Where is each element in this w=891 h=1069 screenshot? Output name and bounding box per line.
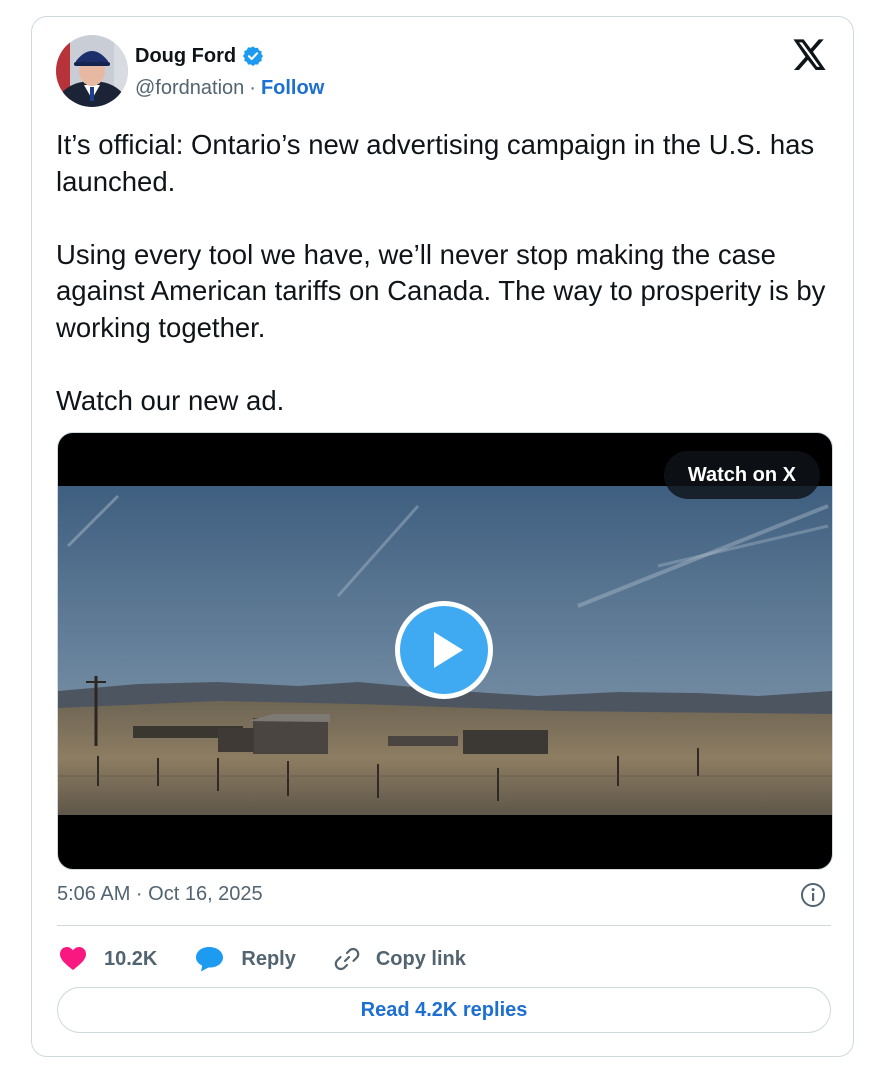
reply-button[interactable]: Reply	[195, 946, 296, 972]
tweet-paragraph: Using every tool we have, we’ll never st…	[56, 238, 826, 343]
divider	[57, 925, 831, 926]
tweet-paragraph: Watch our new ad.	[56, 384, 285, 416]
x-logo-icon[interactable]	[793, 39, 827, 71]
copy-link-button[interactable]: Copy link	[334, 946, 466, 972]
read-replies-button[interactable]: Read 4.2K replies	[57, 987, 831, 1033]
author-handle[interactable]: @fordnation	[135, 77, 244, 100]
author-name-row: Doug Ford	[135, 43, 264, 69]
watch-on-x-button[interactable]: Watch on X	[663, 451, 820, 499]
verified-badge-icon	[243, 46, 264, 66]
link-icon	[334, 947, 360, 971]
info-icon[interactable]	[800, 882, 826, 908]
like-count: 10.2K	[104, 947, 158, 970]
separator-dot: ·	[249, 77, 256, 99]
tweet-text: It’s official: Ontario’s new advertising…	[56, 127, 836, 419]
tweet-paragraph: It’s official: Ontario’s new advertising…	[56, 129, 815, 197]
like-button[interactable]: 10.2K	[60, 947, 157, 971]
follow-button[interactable]: Follow	[261, 77, 324, 100]
heart-icon	[60, 947, 86, 970]
action-bar: 10.2K Reply Copy link	[60, 941, 504, 977]
video-player[interactable]: Watch on X	[57, 432, 833, 870]
tweet-timestamp[interactable]: 5:06 AM · Oct 16, 2025	[57, 883, 263, 906]
author-handle-row: @fordnation · Follow	[135, 77, 324, 100]
tweet-card: Doug Ford @fordnation · Follow It’s offi…	[31, 16, 854, 1057]
author-name[interactable]: Doug Ford	[135, 45, 236, 68]
play-icon[interactable]	[393, 599, 495, 701]
copy-link-label: Copy link	[375, 947, 466, 970]
reply-bubble-icon	[196, 947, 224, 972]
reply-label: Reply	[241, 947, 296, 970]
avatar[interactable]	[56, 35, 128, 107]
